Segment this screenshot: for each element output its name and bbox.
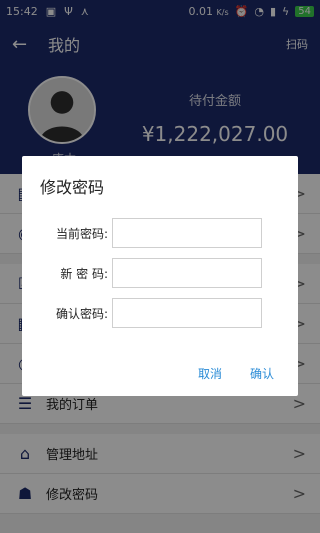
current-password-row: 当前密码: (40, 218, 280, 248)
current-password-label: 当前密码: (55, 226, 108, 241)
confirm-password-input[interactable] (112, 298, 262, 328)
dialog-actions: 取消 确认 (22, 365, 298, 382)
confirm-password-label: 确认密码: (55, 306, 108, 321)
new-password-label: 新 密 码: (60, 266, 108, 281)
new-password-row: 新 密 码: (40, 258, 280, 288)
change-password-dialog: 修改密码 当前密码: 新 密 码: 确认密码: 取消 确认 (22, 156, 298, 396)
current-password-input[interactable] (112, 218, 262, 248)
confirm-password-row: 确认密码: (40, 298, 280, 328)
new-password-input[interactable] (112, 258, 262, 288)
confirm-button[interactable]: 确认 (250, 365, 274, 382)
dialog-title: 修改密码 (40, 178, 105, 197)
cancel-button[interactable]: 取消 (198, 365, 222, 382)
